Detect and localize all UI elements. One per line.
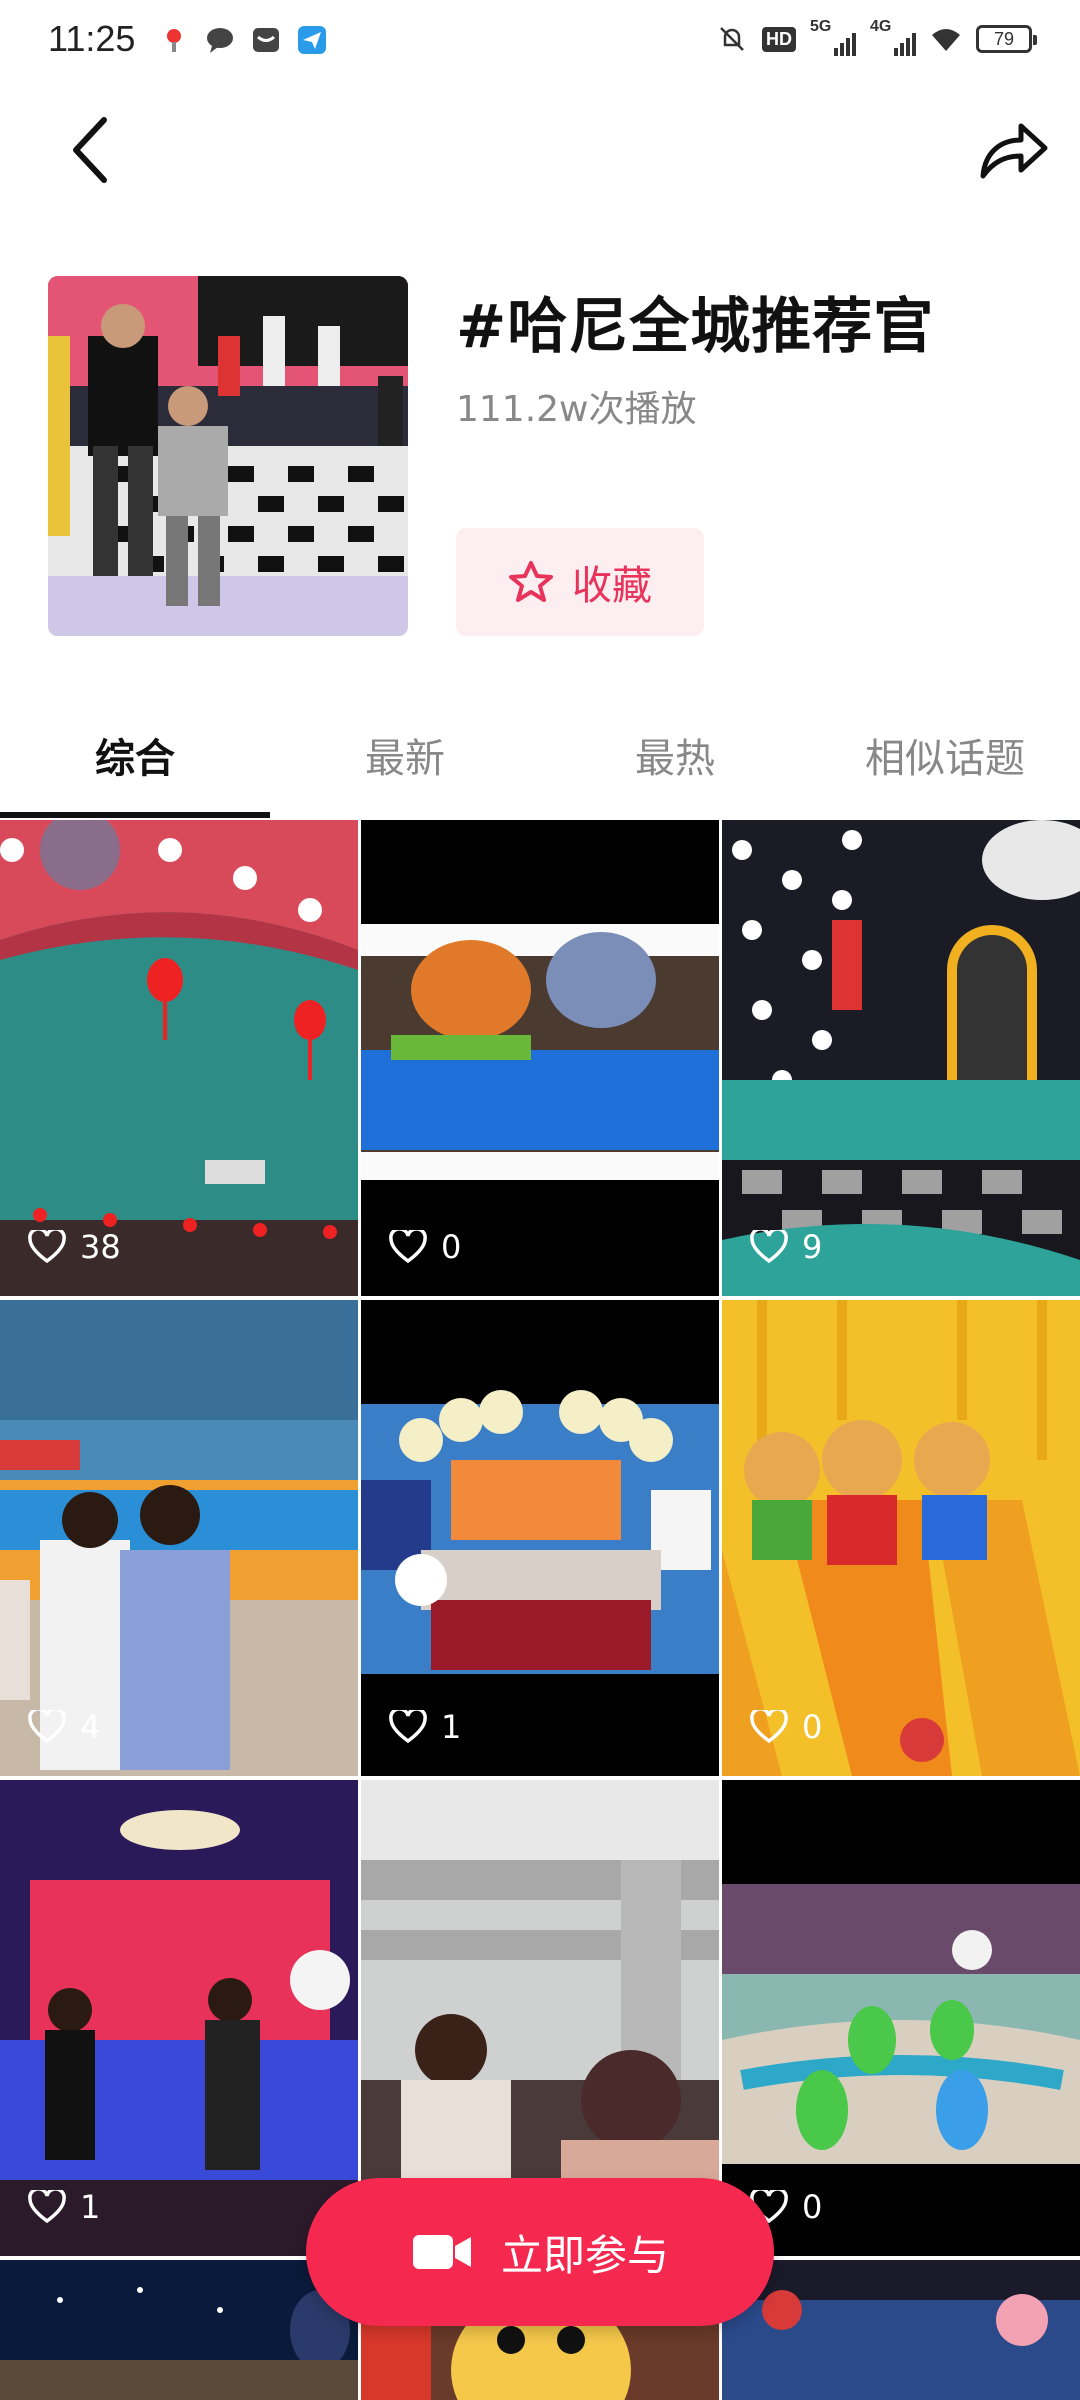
video-thumbnail[interactable]: 0 <box>361 820 719 1296</box>
like-count: 0 <box>389 1228 461 1266</box>
video-thumbnail[interactable]: 0 <box>722 1300 1080 1776</box>
heart-outline-icon <box>28 1710 66 1744</box>
video-thumbnail[interactable]: 38 <box>0 820 358 1296</box>
heart-outline-icon <box>750 1230 788 1264</box>
like-count: 1 <box>389 1708 461 1746</box>
video-thumbnail[interactable]: 1 <box>0 1780 358 2256</box>
chat-bubble-icon <box>207 28 233 53</box>
tab-hottest[interactable]: 最热 <box>540 726 810 784</box>
heart-outline-icon <box>750 1710 788 1744</box>
status-bar: 11:25 HD 5G 4G 79 <box>0 0 1080 84</box>
battery-icon: 79 <box>976 25 1037 53</box>
back-chevron-icon <box>73 117 107 183</box>
like-count: 9 <box>750 1228 822 1266</box>
wifi-icon <box>932 29 960 51</box>
topic-title: #哈尼全城推荐官 <box>456 292 935 362</box>
video-camera-icon <box>412 2235 471 2269</box>
mail-icon <box>253 28 279 52</box>
star-outline-icon <box>509 561 553 602</box>
signal-4g-icon: 4G <box>870 18 916 56</box>
like-count: 0 <box>750 1708 822 1746</box>
location-pin-icon <box>167 29 181 52</box>
send-app-icon <box>298 26 326 54</box>
active-tab-indicator <box>0 812 270 818</box>
system-status: HD 5G 4G 79 <box>716 18 1037 56</box>
favorite-label: 收藏 <box>572 563 652 609</box>
video-thumbnail[interactable] <box>0 2260 358 2400</box>
bell-muted-icon <box>720 27 744 51</box>
share-arrow-icon <box>980 123 1048 179</box>
play-count: 111.2w次播放 <box>456 389 697 430</box>
video-thumbnail[interactable]: 1 <box>361 1300 719 1776</box>
notification-icons <box>158 24 328 56</box>
tab-similar-topics[interactable]: 相似话题 <box>810 726 1080 784</box>
heart-outline-icon <box>389 1710 427 1744</box>
like-count: 4 <box>28 1708 100 1746</box>
join-now-label: 立即参与 <box>500 2230 669 2280</box>
tab-bar: 综合 最新 最热 相似话题 <box>0 700 1080 820</box>
video-thumbnail[interactable]: 9 <box>722 820 1080 1296</box>
video-thumbnail[interactable]: 4 <box>0 1300 358 1776</box>
heart-outline-icon <box>389 1230 427 1264</box>
status-time: 11:25 <box>48 18 136 59</box>
topic-cover-image <box>48 276 408 636</box>
signal-5g-icon: 5G <box>810 18 856 56</box>
video-thumbnail[interactable] <box>722 2260 1080 2400</box>
like-count: 38 <box>28 1228 121 1266</box>
video-thumbnail[interactable]: 0 <box>722 1780 1080 2256</box>
share-button[interactable] <box>975 112 1051 188</box>
tab-latest[interactable]: 最新 <box>270 726 540 784</box>
back-button[interactable] <box>60 110 120 190</box>
like-count: 1 <box>28 2188 100 2226</box>
hd-voice-badge: HD <box>762 26 796 52</box>
favorite-button[interactable]: 收藏 <box>456 528 704 636</box>
join-now-button[interactable]: 立即参与 <box>306 2178 774 2326</box>
heart-outline-icon <box>28 2190 66 2224</box>
tab-overall[interactable]: 综合 <box>0 726 270 784</box>
heart-outline-icon <box>28 1230 66 1264</box>
